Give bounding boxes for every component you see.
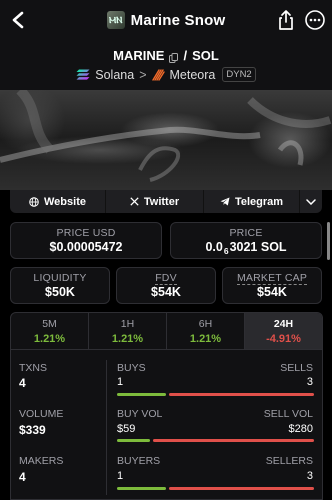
market-cap-label: MARKET CAP bbox=[236, 272, 308, 285]
twitter-button[interactable]: Twitter bbox=[106, 190, 204, 213]
website-button[interactable]: Website bbox=[10, 190, 106, 213]
back-icon[interactable] bbox=[6, 8, 30, 32]
social-links-bar: Website Twitter Telegram bbox=[10, 190, 322, 213]
timeframe-tabs: 5M 1.21% 1H 1.21% 6H 1.21% 24H -4.91% bbox=[10, 312, 323, 350]
sellers-label: SELLERS bbox=[265, 455, 313, 467]
buys-value: 1 bbox=[117, 376, 124, 388]
tab-label: 24H bbox=[273, 318, 294, 330]
chain-dex-line: Solana > Meteora DYN2 bbox=[0, 67, 332, 82]
price-usd-card: PRICE USD $0.00005472 bbox=[10, 222, 162, 259]
tab-label: 5M bbox=[42, 318, 57, 330]
quote-symbol: SOL bbox=[192, 48, 219, 63]
fdv-card[interactable]: FDV $54K bbox=[116, 267, 216, 304]
dex-name[interactable]: Meteora bbox=[170, 68, 216, 82]
tab-change-value: -4.91% bbox=[266, 333, 301, 345]
solana-icon bbox=[76, 69, 90, 80]
token-logo: ⲘⲚ bbox=[106, 11, 125, 29]
telegram-icon bbox=[220, 197, 230, 206]
liquidity-label: LIQUIDITY bbox=[33, 272, 87, 284]
volume-label: VOLUME bbox=[19, 408, 64, 420]
sell-vol-ratio-bar bbox=[153, 439, 314, 442]
fdv-value: $54K bbox=[151, 285, 181, 299]
chevron-right-icon: > bbox=[139, 67, 147, 82]
sells-value: 3 bbox=[306, 376, 313, 388]
buyers-value: 1 bbox=[117, 470, 124, 482]
tab-6h[interactable]: 6H 1.21% bbox=[167, 313, 245, 349]
sellers-value: 3 bbox=[306, 470, 313, 482]
more-icon[interactable] bbox=[304, 9, 326, 31]
txns-label: TXNS bbox=[19, 362, 48, 374]
stats-divider bbox=[106, 360, 107, 495]
chain-name[interactable]: Solana bbox=[95, 68, 134, 82]
price-native-card: PRICE 0.063021 SOL bbox=[170, 222, 322, 259]
liquidity-card: LIQUIDITY $50K bbox=[10, 267, 110, 304]
buys-label: BUYS bbox=[117, 362, 146, 374]
makers-label: MAKERS bbox=[19, 455, 64, 467]
copy-icon[interactable] bbox=[169, 51, 179, 63]
more-links-button[interactable] bbox=[300, 190, 322, 213]
sell-vol-value: $280 bbox=[288, 423, 313, 435]
buy-vol-value: $59 bbox=[117, 423, 136, 435]
globe-icon bbox=[29, 196, 39, 207]
pair-header: MARINE / SOL Solana > Meteora DYN2 bbox=[0, 40, 332, 90]
market-cap-value: $54K bbox=[257, 285, 287, 299]
share-icon[interactable] bbox=[276, 9, 296, 31]
buyers-label: BUYERS bbox=[117, 455, 161, 467]
page-title: Marine Snow bbox=[130, 11, 226, 29]
tab-change-value: 1.21% bbox=[111, 333, 144, 345]
tab-5m[interactable]: 5M 1.21% bbox=[11, 313, 89, 349]
transaction-stats-panel: TXNS 4 VOLUME $339 MAKERS 4 BUYS SELLS 1… bbox=[10, 350, 323, 500]
base-symbol: MARINE bbox=[113, 48, 165, 63]
pair-separator: / bbox=[183, 48, 188, 63]
price-native-value: 0.063021 SOL bbox=[205, 240, 287, 256]
x-icon bbox=[130, 197, 139, 206]
tab-1h[interactable]: 1H 1.21% bbox=[89, 313, 167, 349]
website-label: Website bbox=[44, 195, 86, 208]
txns-value: 4 bbox=[19, 376, 26, 390]
tab-label: 6H bbox=[198, 318, 213, 330]
dex-version-badge: DYN2 bbox=[222, 67, 256, 82]
twitter-label: Twitter bbox=[143, 195, 180, 208]
scrollbar[interactable] bbox=[327, 222, 330, 260]
telegram-button[interactable]: Telegram bbox=[204, 190, 300, 213]
buy-vol-label: BUY VOL bbox=[117, 408, 163, 420]
buys-ratio-bar bbox=[117, 393, 166, 396]
tab-label: 1H bbox=[120, 318, 135, 330]
token-banner-image bbox=[0, 90, 332, 190]
pair-name: MARINE / SOL bbox=[0, 48, 332, 63]
liquidity-value: $50K bbox=[45, 285, 75, 299]
sells-label: SELLS bbox=[280, 362, 313, 374]
tab-change-value: 1.21% bbox=[33, 333, 66, 345]
makers-value: 4 bbox=[19, 470, 26, 484]
price-native-label: PRICE bbox=[229, 227, 263, 239]
buyers-ratio-bar bbox=[117, 487, 166, 490]
sells-ratio-bar bbox=[169, 393, 314, 396]
telegram-label: Telegram bbox=[234, 195, 284, 208]
price-usd-label: PRICE USD bbox=[56, 227, 116, 239]
fdv-label: FDV bbox=[155, 272, 177, 285]
price-usd-value: $0.00005472 bbox=[49, 240, 123, 254]
sellers-ratio-bar bbox=[169, 487, 314, 490]
chevron-down-icon bbox=[306, 198, 316, 205]
volume-value: $339 bbox=[19, 423, 46, 437]
meteora-icon bbox=[151, 68, 165, 81]
top-nav-bar: ⲘⲚ Marine Snow bbox=[0, 0, 332, 40]
buy-vol-ratio-bar bbox=[117, 439, 150, 442]
market-cap-card[interactable]: MARKET CAP $54K bbox=[222, 267, 322, 304]
sell-vol-label: SELL VOL bbox=[263, 408, 313, 420]
tab-change-value: 1.21% bbox=[189, 333, 222, 345]
tab-24h[interactable]: 24H -4.91% bbox=[245, 313, 322, 349]
